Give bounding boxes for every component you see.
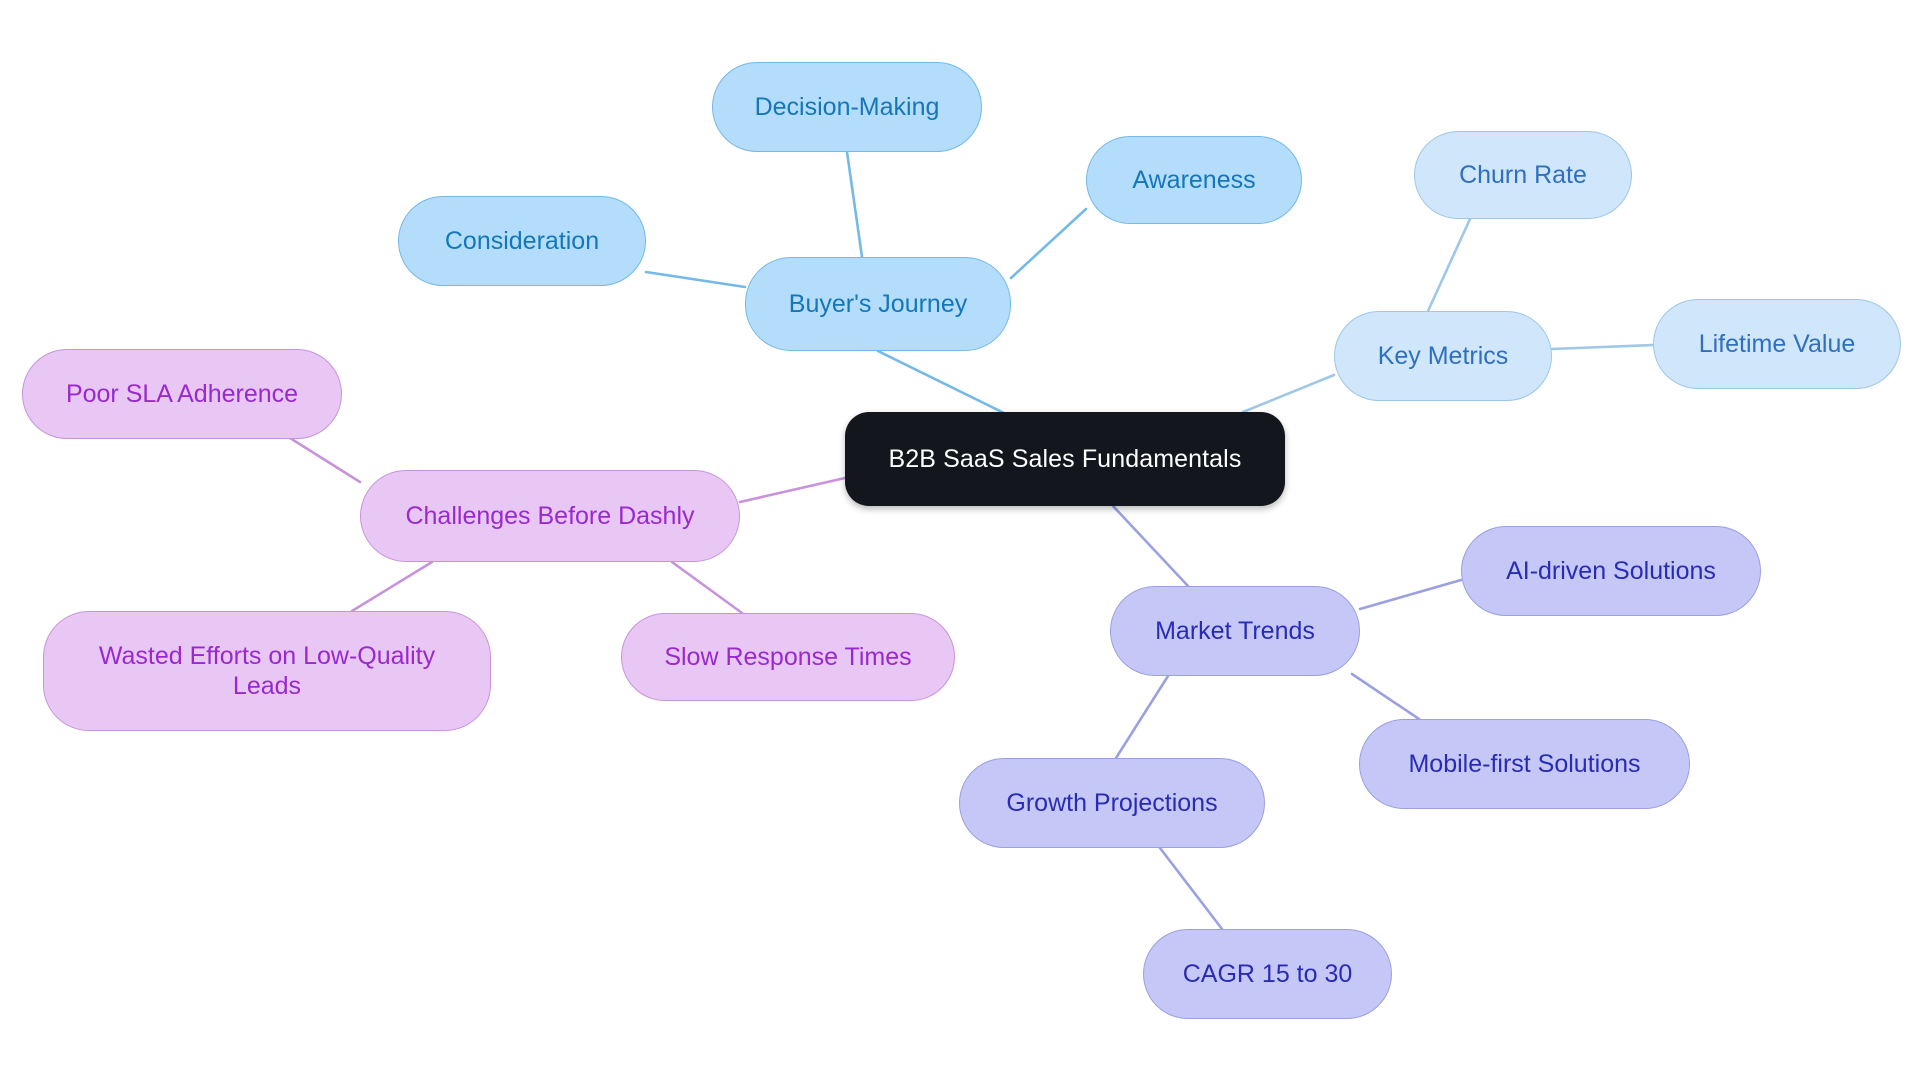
mindmap-node-ai-driven-solutions[interactable]: AI-driven Solutions [1461, 526, 1761, 616]
mindmap-canvas: B2B SaaS Sales Fundamentals Buyer's Journ… [0, 0, 1920, 1083]
mindmap-edge [1114, 674, 1170, 760]
mindmap-edge [644, 270, 747, 289]
mindmap-node-churn-rate[interactable]: Churn Rate [1414, 131, 1632, 219]
mindmap-node-awareness[interactable]: Awareness [1086, 136, 1302, 224]
node-label: Poor SLA Adherence [65, 379, 299, 408]
node-label: Growth Projections [1006, 788, 1218, 817]
node-label: Buyer's Journey [788, 289, 968, 318]
mindmap-node-key-metrics[interactable]: Key Metrics [1334, 311, 1552, 401]
mindmap-edge [845, 150, 864, 259]
node-label: B2B SaaS Sales Fundamentals [888, 444, 1242, 473]
mindmap-node-growth-projections[interactable]: Growth Projections [959, 758, 1265, 848]
mindmap-node-slow-response-times[interactable]: Slow Response Times [621, 613, 955, 701]
mindmap-edge [350, 560, 434, 613]
mindmap-edge [738, 476, 847, 504]
node-label: Churn Rate [1459, 160, 1587, 189]
node-label: AI-driven Solutions [1506, 556, 1716, 585]
mindmap-edge [1426, 217, 1472, 313]
mindmap-edge [1241, 373, 1336, 414]
mindmap-node-challenges-before-dashly[interactable]: Challenges Before Dashly [360, 470, 740, 562]
mindmap-edge [670, 560, 744, 615]
mindmap-edge [1009, 207, 1088, 280]
node-label: Wasted Efforts on Low-Quality Leads [98, 641, 436, 701]
mindmap-edge [876, 349, 1012, 418]
node-label: Key Metrics [1377, 341, 1509, 370]
mindmap-node-root[interactable]: B2B SaaS Sales Fundamentals [845, 412, 1285, 506]
mindmap-edge [1158, 846, 1224, 931]
node-label: Consideration [444, 226, 600, 255]
mindmap-edge [1350, 672, 1421, 721]
node-label: Market Trends [1155, 616, 1315, 645]
mindmap-edge [1358, 578, 1463, 611]
node-label: Lifetime Value [1698, 329, 1856, 358]
mindmap-node-poor-sla-adherence[interactable]: Poor SLA Adherence [22, 349, 342, 439]
mindmap-node-consideration[interactable]: Consideration [398, 196, 646, 286]
mindmap-node-mobile-first-solutions[interactable]: Mobile-first Solutions [1359, 719, 1690, 809]
node-label: Awareness [1132, 165, 1256, 194]
node-label: Mobile-first Solutions [1408, 749, 1641, 778]
mindmap-node-lifetime-value[interactable]: Lifetime Value [1653, 299, 1901, 389]
mindmap-node-decision-making[interactable]: Decision-Making [712, 62, 982, 152]
mindmap-edge [1550, 343, 1655, 351]
node-label: CAGR 15 to 30 [1182, 959, 1353, 988]
mindmap-edge [288, 436, 362, 484]
node-label: Decision-Making [754, 92, 940, 121]
mindmap-edge [1111, 504, 1190, 588]
node-label: Slow Response Times [664, 642, 912, 671]
mindmap-node-buyers-journey[interactable]: Buyer's Journey [745, 257, 1011, 351]
mindmap-node-cagr-15-to-30[interactable]: CAGR 15 to 30 [1143, 929, 1392, 1019]
mindmap-node-wasted-efforts-on-low-quality-leads[interactable]: Wasted Efforts on Low-Quality Leads [43, 611, 491, 731]
node-label: Challenges Before Dashly [405, 501, 695, 530]
mindmap-node-market-trends[interactable]: Market Trends [1110, 586, 1360, 676]
